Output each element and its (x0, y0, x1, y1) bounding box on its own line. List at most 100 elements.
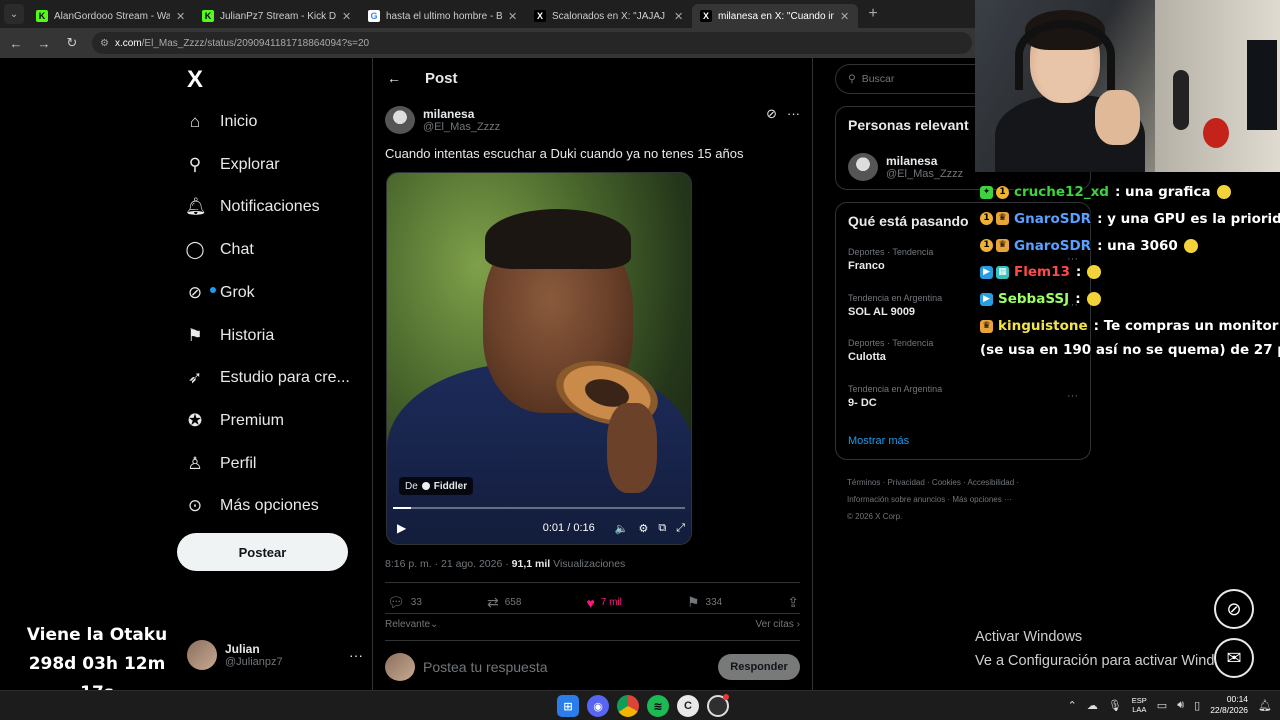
bookmark-count: 334 (705, 597, 723, 608)
trend-name: Franco (848, 260, 885, 272)
nav-item-historia[interactable]: ⚑ Historia (185, 321, 274, 351)
url-path: /El_Mas_Zzzz/status/2090941181718864094?… (141, 37, 370, 49)
reply-input[interactable]: Postea tu respuesta (423, 659, 548, 675)
nav-item-más-opciones[interactable]: ⊙ Más opciones (185, 491, 319, 521)
grok-floating-icon[interactable]: ⊘ (1214, 589, 1254, 629)
back-arrow-icon[interactable]: ← (8, 36, 24, 51)
chat-message: 1♛ GnaroSDR: y una GPU es la prioridad no… (980, 211, 1280, 227)
author-handle[interactable]: @El_Mas_Zzzz (423, 121, 500, 133)
browser-tab[interactable]: Xmilanesa en X: "Cuando intenta ✕ (692, 4, 858, 28)
nav-item-explorar[interactable]: ⚲ Explorar (185, 150, 280, 180)
trend-item[interactable]: Deportes · Tendencia Franco (848, 247, 933, 272)
microphone-icon[interactable]: 🎙︎ (1108, 699, 1122, 712)
footer-line[interactable]: Términos · Privacidad · Cookies · Accesi… (847, 474, 1087, 491)
trend-item[interactable]: Tendencia en Argentina SOL AL 9009 (848, 293, 942, 318)
nav-item-premium[interactable]: ✪ Premium (185, 406, 284, 436)
grok-icon[interactable]: ⊘ (766, 106, 777, 122)
more-dots-icon[interactable]: ··· (1067, 390, 1078, 402)
network-icon[interactable]: ▭ (1157, 699, 1167, 712)
bookmark-button[interactable]: ⚑ 334 (687, 594, 722, 611)
forward-arrow-icon[interactable]: → (36, 36, 52, 51)
show-more-link[interactable]: Mostrar más (848, 435, 909, 447)
cloud-icon[interactable]: ☁ (1087, 699, 1098, 712)
nav-label: Perfil (220, 454, 257, 472)
language-indicator[interactable]: ESP LAA (1132, 696, 1147, 714)
reply-button[interactable]: 💬︎ 33 (387, 594, 422, 611)
browser-tab[interactable]: K AlanGordooo Stream - Watch L ✕ (28, 4, 194, 28)
chevron-up-icon[interactable]: ⌃ (1068, 699, 1077, 712)
more-dots-icon[interactable]: ··· (349, 647, 363, 663)
video-frame-hair (485, 209, 631, 269)
share-button[interactable]: ⇪ (787, 594, 799, 611)
nav-item-grok[interactable]: ⊘ Grok (185, 278, 255, 308)
play-icon[interactable]: ▶ (397, 521, 406, 535)
post-button[interactable]: Postear (177, 533, 348, 571)
clock[interactable]: 00:14 22/8/2026 (1210, 694, 1248, 716)
back-arrow-icon[interactable]: ← (387, 70, 401, 86)
obs-icon[interactable] (707, 694, 729, 717)
browser-tab[interactable]: X Scalonados en X: "JAJAJ que su ✕ (526, 4, 692, 28)
countdown-title: Viene la Otaku (26, 625, 168, 645)
new-tab-button[interactable]: + (864, 5, 882, 23)
close-icon[interactable]: ✕ (342, 10, 352, 23)
nav-item-estudio-para-cre[interactable]: ➶ Estudio para cre... (185, 363, 350, 393)
close-icon[interactable]: ✕ (508, 10, 518, 23)
video-source-badge[interactable]: De Fiddler (399, 477, 474, 495)
nav-item-perfil[interactable]: ♙ Perfil (185, 449, 256, 479)
messages-floating-icon[interactable]: ✉ (1214, 638, 1254, 678)
spotify-icon[interactable]: ≋ (647, 695, 669, 717)
close-icon[interactable]: ✕ (176, 10, 186, 23)
post-timestamp[interactable]: 8:16 p. m. · 21 ago. 2026 · (385, 558, 509, 570)
reload-icon[interactable]: ↻ (64, 35, 80, 51)
windows-start-icon[interactable]: ⊞ (557, 695, 579, 717)
tab-search-menu[interactable]: ⌄ (4, 4, 24, 24)
nav-item-notificaciones[interactable]: 🔔︎ Notificaciones (185, 192, 320, 222)
view-quotes-link[interactable]: Ver citas › (756, 619, 800, 630)
person-icon: ♙ (187, 453, 203, 473)
site-info-icon[interactable]: ⚙ (100, 38, 109, 49)
volume-icon[interactable]: 🔊︎ (1177, 699, 1184, 712)
battery-icon[interactable]: ▯ (1194, 699, 1200, 712)
reply-sort-dropdown[interactable]: Relevante⌄ (385, 619, 438, 630)
url-bar[interactable]: ⚙ x.com/El_Mas_Zzzz/status/2090941181718… (92, 32, 972, 54)
video-player[interactable]: De Fiddler ▶ 0:01 / 0:16 🔈 ⚙ ⧉ ⤢ (386, 172, 692, 545)
notification-icon[interactable]: 🔔︎ (1258, 699, 1272, 712)
nav-item-inicio[interactable]: ⌂ Inicio (185, 107, 258, 137)
like-button[interactable]: ♥ 7 mil (586, 595, 621, 611)
chat-badge-icon: ✦ (980, 185, 993, 199)
ccleaner-icon[interactable]: C (677, 695, 699, 717)
post-author[interactable]: milanesa @El_Mas_Zzzz (385, 106, 500, 134)
avatar[interactable] (385, 106, 415, 134)
more-dots-icon[interactable]: ··· (787, 106, 800, 122)
reply-submit-button[interactable]: Responder (718, 654, 800, 680)
chat-message-continuation: (se usa en 190 así no se quema) de 27 pu… (980, 342, 1280, 358)
settings-gear-icon[interactable]: ⚙ (638, 522, 648, 535)
chat-badge-icon: 1 (996, 185, 1009, 199)
trend-context: Deportes · Tendencia (848, 338, 934, 348)
repost-button[interactable]: ⇄ 658 (487, 594, 521, 611)
author-name[interactable]: milanesa (423, 107, 500, 121)
relevant-user[interactable]: milanesa @El_Mas_Zzzz (848, 153, 963, 181)
x-logo-icon[interactable]: X (187, 66, 203, 94)
chat-emote-icon (1086, 292, 1101, 307)
chrome-icon[interactable] (617, 695, 639, 717)
avatar[interactable] (848, 153, 878, 181)
close-icon[interactable]: ✕ (840, 10, 850, 23)
close-icon[interactable]: ✕ (674, 10, 684, 23)
volume-icon[interactable]: 🔈 (615, 522, 629, 535)
relevant-user-name[interactable]: milanesa (886, 154, 963, 168)
nav-item-chat[interactable]: ◯ Chat (185, 235, 253, 265)
trend-item[interactable]: Tendencia en Argentina 9- DC (848, 384, 942, 409)
trend-item[interactable]: Deportes · Tendencia Culotta (848, 338, 933, 363)
browser-tab[interactable]: Ghasta el ultimo hombre - Busca ✕ (360, 4, 526, 28)
discord-icon[interactable]: ◉ (587, 695, 609, 717)
fullscreen-icon[interactable]: ⤢ (676, 522, 685, 535)
google-icon: G (368, 10, 380, 22)
account-switcher[interactable]: Julian @Julianpz7 ··· (187, 640, 363, 670)
pip-icon[interactable]: ⧉ (658, 522, 666, 535)
reply-icon: 💬︎ (387, 594, 405, 610)
browser-tab[interactable]: K JulianPz7 Stream - Kick Dashbo ✕ (194, 4, 360, 28)
footer-line[interactable]: Información sobre anuncios · Más opcione… (847, 491, 1087, 508)
nav-label: Estudio para cre... (220, 369, 350, 387)
video-progress-bar[interactable] (393, 507, 685, 509)
